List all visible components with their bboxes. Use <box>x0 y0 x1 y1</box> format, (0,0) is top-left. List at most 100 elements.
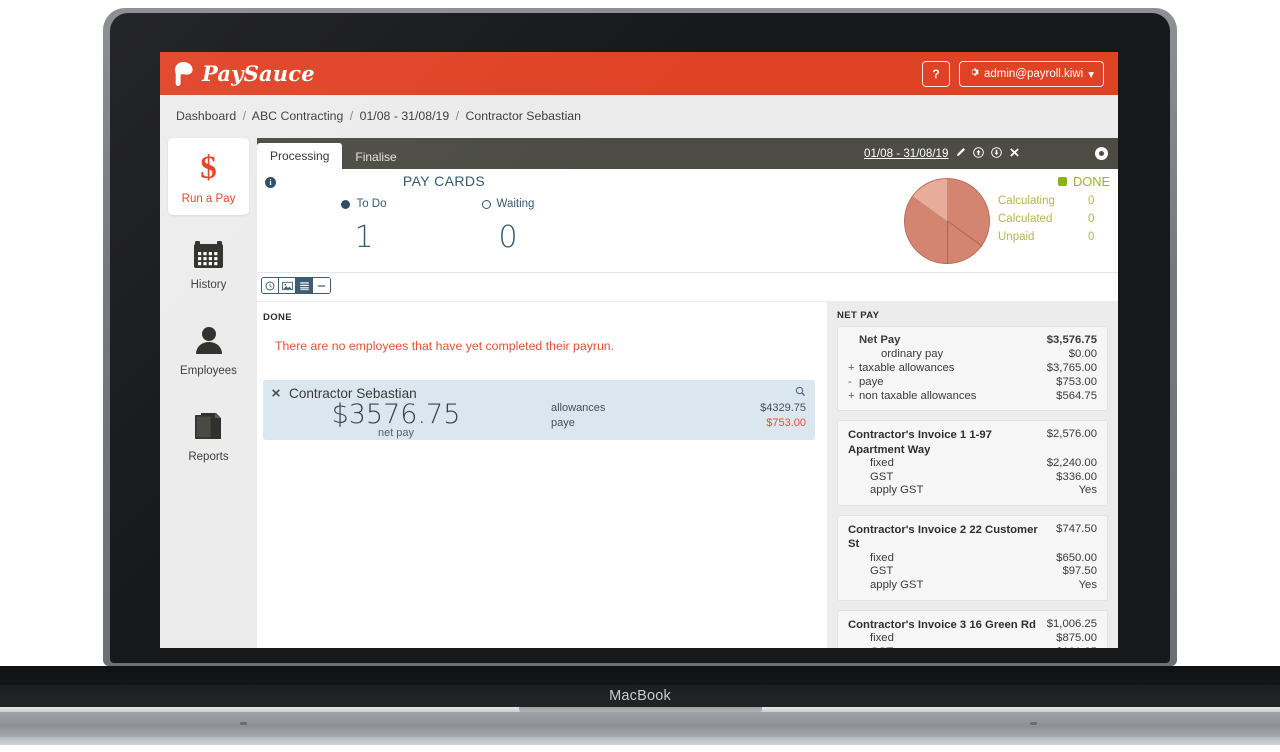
list-icon <box>299 281 310 291</box>
row-sign: + <box>848 361 855 374</box>
sidebar: $ Run a Pay History Employees Reports <box>160 138 257 648</box>
image-view-button[interactable] <box>279 278 296 293</box>
sidebar-item-run-a-pay[interactable]: $ Run a Pay <box>168 138 249 215</box>
sidebar-item-employees[interactable]: Employees <box>168 310 249 387</box>
status-title: DONE <box>1073 174 1110 189</box>
status-row-calculated: Calculated 0 <box>998 213 1110 225</box>
breakdown-label: allowances <box>551 402 606 414</box>
progress-pie-chart <box>904 178 990 264</box>
tab-processing[interactable]: Processing <box>257 143 343 169</box>
tab-tools: 01/08 - 31/08/19 <box>856 138 1118 169</box>
status-row-unpaid: Unpaid 0 <box>998 231 1110 243</box>
net-pay-sidebar: NET PAY Net Pay $3,576.75 ordinary pay $… <box>827 302 1118 648</box>
employee-pay-card[interactable]: Contractor Sebastian $3576.75 net pay al… <box>263 380 815 440</box>
laptop-brand-label: MacBook <box>0 685 1280 708</box>
account-email: admin@payroll.kiwi <box>983 67 1084 80</box>
row-amount: $3,765.00 <box>1046 361 1097 374</box>
collapse-button[interactable] <box>313 278 330 293</box>
status-row-value: 0 <box>1088 195 1095 207</box>
arrow-down-circle-icon[interactable] <box>991 146 1003 161</box>
stat-to-do[interactable]: To Do 1 <box>309 198 419 255</box>
tab-finalise[interactable]: Finalise <box>342 144 409 169</box>
search-icon[interactable] <box>795 386 806 400</box>
list-view-button[interactable] <box>296 278 313 293</box>
done-section: DONE There are no employees that have ye… <box>257 302 827 648</box>
row-sign <box>848 334 859 348</box>
sidebar-item-label: Reports <box>188 451 229 463</box>
account-menu-button[interactable]: admin@payroll.kiwi ▾ <box>958 60 1104 87</box>
laptop-base-foot <box>0 737 1280 745</box>
row-sign: + <box>848 389 855 402</box>
net-pay-section-label: NET PAY <box>837 310 880 321</box>
tab-bar: Processing Finalise 01/08 - 31/08/19 <box>257 138 1118 169</box>
clock-view-button[interactable] <box>262 278 279 293</box>
breakdown-amount: $4329.75 <box>760 402 806 414</box>
status-bullet-icon <box>1058 177 1068 186</box>
invoice-row-gst: GST $336.00 <box>848 471 1097 485</box>
browser-viewport: PaySauce ? admin@payroll.kiwi ▾ Dashboar… <box>160 52 1118 648</box>
invoice-header: Contractor's Invoice 3 16 Green Rd $1,00… <box>848 618 1097 632</box>
done-section-label: DONE <box>263 312 293 323</box>
row-label: GST <box>848 646 1046 648</box>
invoice-header: Contractor's Invoice 2 22 Customer St $7… <box>848 523 1097 551</box>
arrow-up-circle-icon[interactable] <box>973 146 985 161</box>
invoice-row-gst: GST $131.25 <box>848 646 1097 648</box>
row-amount: $0.00 <box>1068 347 1097 360</box>
row-label: apply GST <box>870 579 924 592</box>
breadcrumb-item-period[interactable]: 01/08 - 31/08/19 <box>360 109 450 123</box>
info-icon[interactable]: i <box>265 177 276 188</box>
sidebar-item-reports[interactable]: Reports <box>168 396 249 473</box>
invoice-title: Contractor's Invoice 2 22 Customer St <box>848 524 1038 551</box>
row-amount: $131.25 <box>1046 646 1097 648</box>
stat-waiting[interactable]: Waiting 0 <box>453 198 563 255</box>
breadcrumb-separator: / <box>349 109 354 123</box>
laptop-base-dot <box>240 722 247 725</box>
clock-icon <box>265 281 275 291</box>
help-button[interactable]: ? <box>921 60 950 87</box>
stat-label-group: Waiting <box>453 198 563 210</box>
breadcrumb-item-company[interactable]: ABC Contracting <box>252 109 344 123</box>
person-icon <box>194 323 224 357</box>
pay-period-link[interactable]: 01/08 - 31/08/19 <box>864 147 948 160</box>
row-sign: - <box>848 375 852 388</box>
view-mode-button-group <box>261 277 331 294</box>
laptop-mockup: PaySauce ? admin@payroll.kiwi ▾ Dashboar… <box>0 0 1280 752</box>
invoice-total: $1,006.25 <box>1046 618 1097 631</box>
net-pay-row-total: Net Pay $3,576.75 <box>848 334 1097 348</box>
close-icon[interactable] <box>1009 147 1020 161</box>
paysauce-drip-icon <box>172 61 196 87</box>
processing-panel: i PAY CARDS To Do 1 Waiting 0 DONE Calcu… <box>257 169 1118 648</box>
breadcrumb-item-employee[interactable]: Contractor Sebastian <box>465 109 581 123</box>
status-row-label: Unpaid <box>998 231 1035 243</box>
row-label: GST <box>870 470 894 483</box>
brand-logo-group[interactable]: PaySauce <box>172 61 315 87</box>
invoice-card-2[interactable]: Contractor's Invoice 2 22 Customer St $7… <box>837 515 1108 602</box>
gear-icon[interactable] <box>1095 147 1108 160</box>
close-icon[interactable] <box>271 387 281 401</box>
breadcrumb-separator: / <box>242 109 247 123</box>
row-label: fixed <box>870 551 894 564</box>
books-icon <box>193 409 224 443</box>
invoice-row-apply-gst: apply GST Yes <box>848 579 1097 593</box>
employee-breakdown: allowances $4329.75 paye $753.00 <box>551 402 806 432</box>
net-pay-row-non-taxable-allowances: + non taxable allowances $564.75 <box>848 390 1097 404</box>
net-pay-row-paye: - paye $753.00 <box>848 376 1097 390</box>
laptop-base-body <box>0 712 1280 738</box>
status-row-label: Calculated <box>998 213 1053 225</box>
pie-slice-divider <box>947 220 983 247</box>
invoice-card-1[interactable]: Contractor's Invoice 1 1-97 Apartment Wa… <box>837 420 1108 507</box>
row-amount: $2,240.00 <box>1046 456 1097 469</box>
minus-icon <box>316 281 327 291</box>
invoice-card-3[interactable]: Contractor's Invoice 3 16 Green Rd $1,00… <box>837 610 1108 648</box>
breadcrumb-item-dashboard[interactable]: Dashboard <box>176 109 236 123</box>
dollar-icon: $ <box>200 149 217 186</box>
view-toolbar <box>257 273 1118 302</box>
pencil-icon[interactable] <box>955 147 966 161</box>
row-sign <box>848 348 859 362</box>
row-label: apply GST <box>870 484 924 497</box>
pie-slices <box>904 178 990 264</box>
stat-label: To Do <box>356 198 387 210</box>
row-label: Net Pay <box>859 334 901 346</box>
row-label: GST <box>870 565 894 578</box>
sidebar-item-history[interactable]: History <box>168 224 249 301</box>
